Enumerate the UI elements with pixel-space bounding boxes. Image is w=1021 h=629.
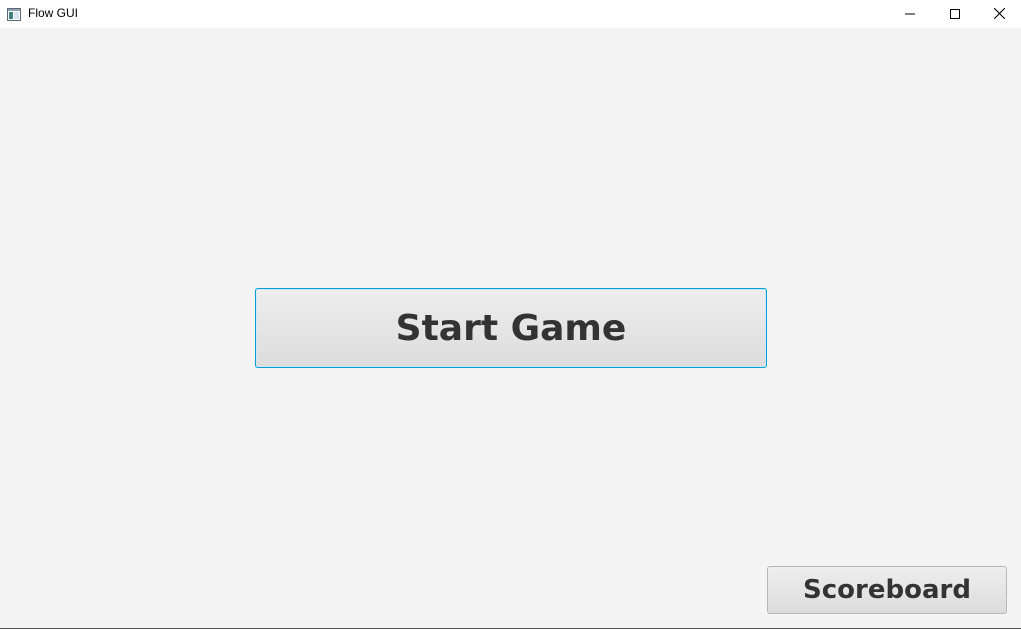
minimize-button[interactable] (887, 0, 932, 26)
start-game-button[interactable]: Start Game (255, 288, 767, 368)
app-window: Flow GUI Start Game Scoreboard (0, 0, 1021, 629)
window-app-icon (7, 6, 21, 21)
title-bar[interactable]: Flow GUI (0, 0, 1021, 28)
minimize-icon (904, 4, 915, 23)
window-title: Flow GUI (28, 6, 79, 20)
close-button[interactable] (977, 0, 1021, 26)
close-icon (993, 4, 1006, 23)
maximize-button[interactable] (932, 0, 977, 26)
main-content: Start Game Scoreboard (0, 28, 1021, 628)
scoreboard-button[interactable]: Scoreboard (767, 566, 1007, 614)
maximize-icon (949, 4, 960, 23)
